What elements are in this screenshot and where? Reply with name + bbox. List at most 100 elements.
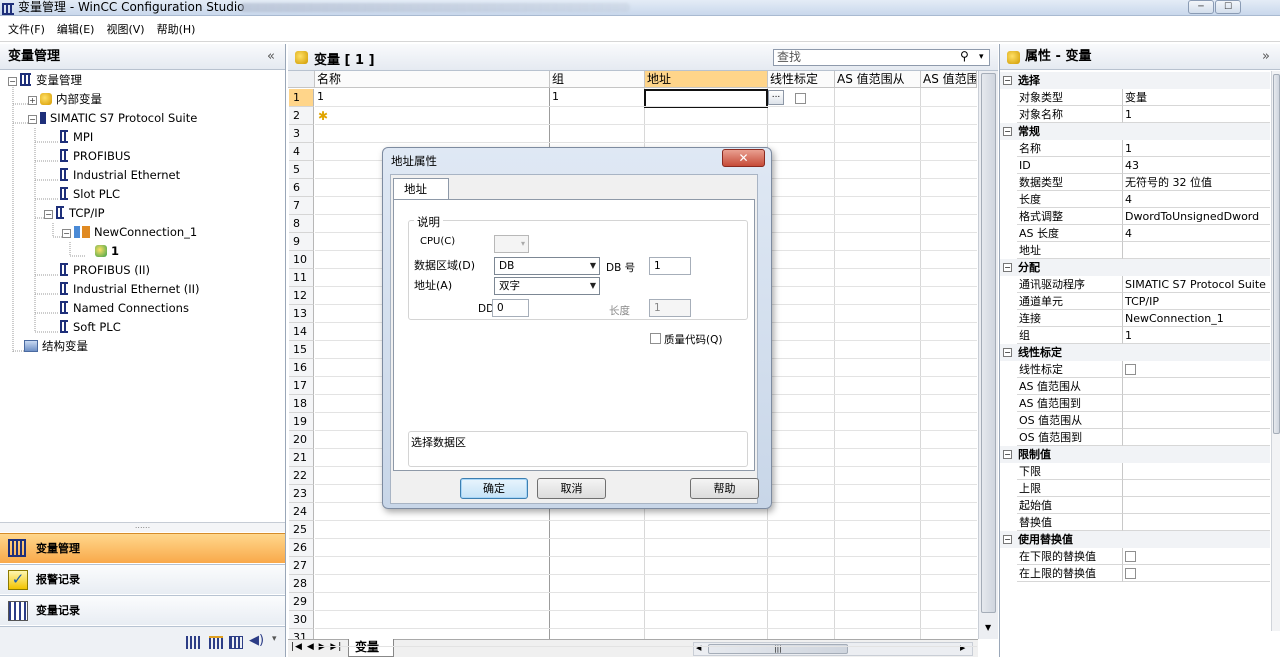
property-row-grp[interactable]: 组1: [1000, 327, 1270, 344]
collapse-icon[interactable]: −: [44, 210, 53, 219]
property-value[interactable]: [1123, 565, 1270, 582]
property-row-lin[interactable]: 线性标定: [1000, 361, 1270, 378]
row-header[interactable]: 26: [289, 539, 314, 557]
sheet-tab-tags[interactable]: 变量: [348, 639, 395, 657]
tree-item-group[interactable]: 1: [95, 242, 119, 260]
property-row-low[interactable]: 下限: [1000, 463, 1270, 480]
address-type-select[interactable]: 双字 ▼: [494, 277, 600, 295]
row-header[interactable]: 13: [289, 305, 314, 323]
length-input[interactable]: 1: [649, 299, 691, 317]
section-select[interactable]: − 选择: [1000, 72, 1270, 89]
property-checkbox[interactable]: [1125, 364, 1136, 375]
column-header-address[interactable]: 地址: [645, 71, 768, 88]
collapse-icon[interactable]: −: [1003, 263, 1012, 272]
new-row-icon[interactable]: ✱: [318, 109, 328, 123]
search-icon[interactable]: ⚲: [960, 49, 969, 63]
property-value[interactable]: 1: [1123, 327, 1270, 344]
row-header[interactable]: 4: [289, 143, 314, 161]
row-header[interactable]: 9: [289, 233, 314, 251]
cpu-select[interactable]: ▾: [494, 235, 529, 253]
property-row-dtype[interactable]: 数据类型 无符号的 32 位值: [1000, 174, 1270, 191]
tree-item-connection[interactable]: − NewConnection_1: [62, 223, 197, 241]
property-row-asto[interactable]: AS 值范围到: [1000, 395, 1270, 412]
row-header[interactable]: 22: [289, 467, 314, 485]
property-row-start[interactable]: 起始值: [1000, 497, 1270, 514]
cell-group[interactable]: 1: [552, 90, 559, 103]
property-value[interactable]: [1123, 361, 1270, 378]
property-row-len[interactable]: 长度 4: [1000, 191, 1270, 208]
data-area-select[interactable]: DB ▼: [494, 257, 600, 275]
property-value[interactable]: 4: [1123, 225, 1270, 242]
property-value[interactable]: [1123, 497, 1270, 514]
property-row-aslen[interactable]: AS 长度 4: [1000, 225, 1270, 242]
tree-item-named-connections[interactable]: Named Connections: [60, 299, 189, 317]
property-row-fmt[interactable]: 格式调整 DwordToUnsignedDword: [1000, 208, 1270, 225]
collapse-right-icon[interactable]: »: [1262, 44, 1270, 70]
nav-options-icon[interactable]: ▾: [272, 634, 277, 644]
property-value[interactable]: 1: [1123, 106, 1270, 123]
property-value[interactable]: SIMATIC S7 Protocol Suite: [1123, 276, 1270, 293]
nav-alarm-logging[interactable]: ✓ 报警记录: [0, 564, 285, 594]
horizontal-scrollbar[interactable]: ◀ ||| ▶: [693, 642, 973, 656]
row-header[interactable]: 27: [289, 557, 314, 575]
property-row-driver[interactable]: 通讯驱动程序 SIMATIC S7 Protocol Suite: [1000, 276, 1270, 293]
property-row-high[interactable]: 上限: [1000, 480, 1270, 497]
linear-scaling-checkbox[interactable]: [795, 93, 806, 104]
row-header[interactable]: 21: [289, 449, 314, 467]
db-number-input[interactable]: 1: [649, 257, 691, 275]
menu-view[interactable]: 视图(V): [100, 18, 150, 42]
column-header-as-range-from[interactable]: AS 值范围从: [835, 71, 921, 88]
minimize-button[interactable]: ─: [1188, 0, 1214, 14]
property-row-name[interactable]: 名称 1: [1000, 140, 1270, 157]
nav-tag-logging[interactable]: 变量记录: [0, 595, 285, 625]
property-value[interactable]: [1123, 429, 1270, 446]
properties-scroll-thumb[interactable]: [1273, 74, 1280, 434]
collapse-icon[interactable]: −: [1003, 76, 1012, 85]
ok-button[interactable]: 确定: [460, 478, 528, 499]
tree-item-soft-plc[interactable]: Soft PLC: [60, 318, 121, 336]
property-row-addr[interactable]: 地址: [1000, 242, 1270, 259]
row-header[interactable]: 23: [289, 485, 314, 503]
tree-root[interactable]: − 变量管理: [8, 71, 82, 89]
quality-code-checkbox[interactable]: [650, 333, 661, 344]
section-linear[interactable]: − 线性标定: [1000, 344, 1270, 361]
row-header[interactable]: 1: [289, 89, 314, 107]
collapse-icon[interactable]: −: [62, 229, 71, 238]
vertical-scrollbar[interactable]: ▼: [978, 71, 998, 639]
property-row-asfrom[interactable]: AS 值范围从: [1000, 378, 1270, 395]
row-header[interactable]: 28: [289, 575, 314, 593]
alarm-small-icon[interactable]: [209, 636, 223, 649]
row-header[interactable]: 7: [289, 197, 314, 215]
collapse-icon[interactable]: −: [1003, 450, 1012, 459]
property-value[interactable]: [1123, 395, 1270, 412]
column-header-linear-scaling[interactable]: 线性标定: [768, 71, 835, 88]
row-header[interactable]: 15: [289, 341, 314, 359]
menu-edit[interactable]: 编辑(E): [51, 18, 101, 42]
row-header[interactable]: 3: [289, 125, 314, 143]
property-value[interactable]: [1123, 463, 1270, 480]
property-value[interactable]: 无符号的 32 位值: [1123, 174, 1270, 191]
tab-address[interactable]: 地址: [393, 178, 449, 200]
property-value[interactable]: TCP/IP: [1123, 293, 1270, 310]
property-row-obj_name[interactable]: 对象名称 1: [1000, 106, 1270, 123]
row-header[interactable]: 11: [289, 269, 314, 287]
corner-cell[interactable]: [288, 71, 315, 88]
dialog-close-button[interactable]: ✕: [722, 149, 765, 167]
vertical-scroll-thumb[interactable]: [981, 73, 996, 613]
section-subst[interactable]: − 使用替换值: [1000, 531, 1270, 548]
property-value[interactable]: 43: [1123, 157, 1270, 174]
tag-management-small-icon[interactable]: [186, 636, 202, 649]
collapse-icon[interactable]: −: [1003, 348, 1012, 357]
dd-offset-input[interactable]: 0: [492, 299, 529, 317]
property-row-high_repl[interactable]: 在上限的替换值: [1000, 565, 1270, 582]
row-header[interactable]: 16: [289, 359, 314, 377]
property-value[interactable]: [1123, 242, 1270, 259]
row-header[interactable]: 24: [289, 503, 314, 521]
properties-scrollbar[interactable]: [1271, 71, 1280, 631]
property-checkbox[interactable]: [1125, 551, 1136, 562]
section-limits[interactable]: − 限制值: [1000, 446, 1270, 463]
nav-tag-management[interactable]: 变量管理: [0, 533, 285, 563]
maximize-button[interactable]: ☐: [1215, 0, 1241, 14]
tree-item-mpi[interactable]: MPI: [60, 128, 93, 146]
tree-item-slot-plc[interactable]: Slot PLC: [60, 185, 120, 203]
